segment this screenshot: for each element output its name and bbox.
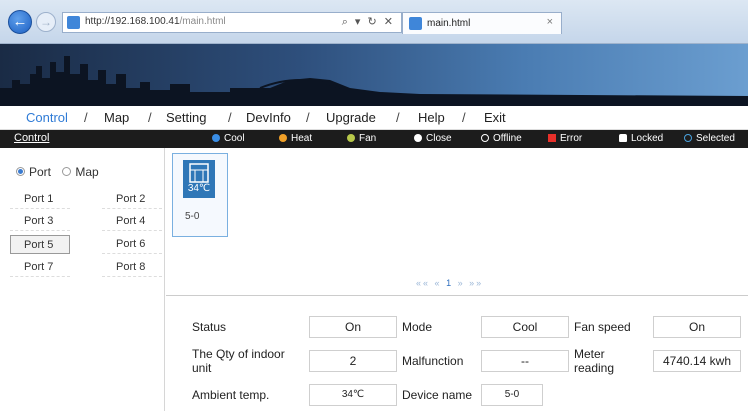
ie-page-icon — [67, 16, 80, 29]
meter-reading-value: 4740.14 kwh — [653, 350, 741, 372]
menu-map[interactable]: Map — [104, 110, 129, 125]
port-sidebar: Port Map Port 1 Port 2 Port 3 Port 4 Por… — [0, 148, 165, 411]
legend-offline-label: Offline — [493, 133, 522, 144]
port-item[interactable]: Port 1 — [10, 190, 70, 209]
unit-id: 5-0 — [185, 211, 200, 222]
url-path: /main.html — [179, 16, 226, 27]
ambient-temp-value: 34℃ — [309, 384, 397, 406]
browser-toolbar: ← → http://192.168.100.41/main.html ⌕ ▾ … — [0, 0, 748, 44]
legend-offline: Offline — [481, 133, 522, 144]
legend-error: Error — [548, 133, 582, 144]
legend-selected-label: Selected — [696, 133, 735, 144]
menu-separator: / — [306, 110, 310, 125]
menu-devinfo[interactable]: DevInfo — [246, 110, 291, 125]
view-option-port[interactable]: Port — [16, 165, 51, 179]
view-toggle: Port Map — [16, 165, 99, 179]
pager-last[interactable]: »» — [469, 278, 483, 288]
device-name-value: 5-0 — [481, 384, 543, 406]
pager-next[interactable]: » — [458, 278, 465, 288]
fan-dot-icon — [347, 134, 355, 142]
legend-close-label: Close — [426, 133, 452, 144]
legend-close: Close — [414, 133, 452, 144]
tab-page-icon — [409, 17, 422, 30]
port-item[interactable]: Port 2 — [102, 190, 162, 209]
unit-details-panel: Status On Mode Cool Fan speed On The Qty… — [166, 297, 748, 411]
legend-locked-label: Locked — [631, 133, 664, 144]
radio-empty-icon — [62, 167, 72, 176]
indoor-qty-label: The Qty of indoor unit — [192, 347, 285, 375]
pager-prev[interactable]: « — [435, 278, 442, 288]
malfunction-label: Malfunction — [402, 354, 464, 368]
menu-separator: / — [228, 110, 232, 125]
legend-heat: Heat — [279, 133, 312, 144]
pager-first[interactable]: «« — [416, 278, 430, 288]
indoor-unit-card[interactable]: 34℃ 5-0 — [172, 153, 228, 237]
legend-fan-label: Fan — [359, 133, 377, 144]
error-person-icon — [548, 134, 556, 142]
main-menu: Control / Map / Setting / DevInfo / Upgr… — [0, 106, 748, 130]
back-arrow-icon[interactable]: ← — [8, 10, 32, 34]
city-skyline-image — [0, 56, 748, 106]
port-item[interactable]: Port 3 — [10, 212, 70, 231]
view-option-map[interactable]: Map — [62, 165, 99, 179]
meter-reading-label: Meter reading — [574, 347, 615, 375]
menu-exit[interactable]: Exit — [484, 110, 506, 125]
menu-setting[interactable]: Setting — [166, 110, 206, 125]
legend-locked: Locked — [619, 133, 663, 144]
legend-cool-label: Cool — [224, 133, 245, 144]
status-value: On — [309, 316, 397, 338]
mode-label: Mode — [402, 320, 433, 334]
fan-speed-label: Fan speed — [574, 320, 631, 334]
legend-heat-label: Heat — [291, 133, 313, 144]
address-tools[interactable]: ⌕ ▾ ↻ ✕ — [342, 15, 395, 29]
close-dot-icon — [414, 134, 422, 142]
tab-close-icon[interactable]: × — [547, 16, 553, 28]
menu-separator: / — [148, 110, 152, 125]
port-item[interactable]: Port 7 — [10, 258, 70, 277]
tab-title: main.html — [427, 18, 471, 29]
port-item[interactable]: Port 8 — [102, 258, 162, 277]
browser-tab[interactable]: main.html × — [402, 12, 562, 34]
view-option-map-label: Map — [75, 165, 99, 179]
radio-selected-icon — [16, 167, 25, 176]
port-item-selected[interactable]: Port 5 — [10, 235, 70, 254]
mode-value: Cool — [481, 316, 569, 338]
ambient-temp-label: Ambient temp. — [192, 388, 270, 402]
menu-separator: / — [84, 110, 88, 125]
offline-dot-icon — [481, 134, 489, 142]
unit-temperature: 34℃ — [187, 183, 211, 194]
forward-arrow-icon[interactable]: → — [36, 12, 56, 32]
legend-fan: Fan — [347, 133, 376, 144]
status-legend-bar: Control Cool Heat Fan Close Offline Erro… — [0, 130, 748, 148]
heat-dot-icon — [279, 134, 287, 142]
legend-error-label: Error — [560, 133, 583, 144]
pager-current[interactable]: 1 — [446, 278, 453, 288]
pagination: «« « 1 » »» — [416, 278, 483, 288]
section-title: Control — [14, 132, 50, 144]
cool-dot-icon — [212, 134, 220, 142]
lock-icon — [619, 134, 627, 142]
menu-help[interactable]: Help — [418, 110, 445, 125]
port-item[interactable]: Port 4 — [102, 212, 162, 231]
fan-speed-value: On — [653, 316, 741, 338]
device-name-label: Device name — [402, 388, 473, 402]
port-item[interactable]: Port 6 — [102, 235, 162, 254]
url-text: http://192.168.100.41/main.html — [85, 16, 226, 27]
selected-dot-icon — [684, 134, 692, 142]
url-host: http://192.168.100.41 — [85, 16, 180, 27]
header-banner — [0, 44, 748, 106]
menu-separator: / — [462, 110, 466, 125]
legend-selected: Selected — [684, 133, 735, 144]
unit-grid: 34℃ 5-0 «« « 1 » »» — [166, 148, 748, 296]
menu-control[interactable]: Control — [26, 110, 68, 125]
menu-separator: / — [396, 110, 400, 125]
indoor-qty-value: 2 — [309, 350, 397, 372]
menu-upgrade[interactable]: Upgrade — [326, 110, 376, 125]
view-option-port-label: Port — [29, 165, 52, 179]
malfunction-value: -- — [481, 350, 569, 372]
status-label: Status — [192, 320, 227, 334]
address-bar[interactable]: http://192.168.100.41/main.html ⌕ ▾ ↻ ✕ — [62, 12, 402, 33]
legend-cool: Cool — [212, 133, 245, 144]
